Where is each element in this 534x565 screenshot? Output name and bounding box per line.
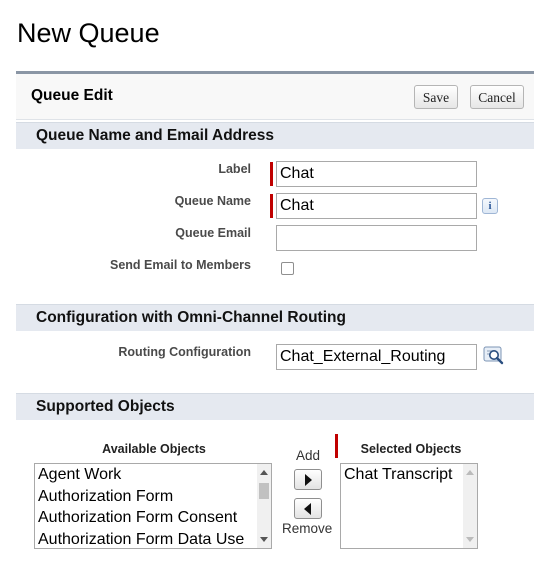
scroll-thumb[interactable] xyxy=(259,483,269,499)
section-header-supported-objects: Supported Objects xyxy=(16,393,534,420)
arrow-left-icon xyxy=(304,503,311,515)
list-item[interactable]: Authorization Form Consent xyxy=(35,507,271,529)
selected-objects-list[interactable]: Chat Transcript xyxy=(340,463,478,549)
remove-label: Remove xyxy=(282,521,333,536)
selected-objects-heading: Selected Objects xyxy=(360,442,462,456)
arrow-right-icon xyxy=(305,474,312,486)
panel-header: Queue Edit Save Cancel xyxy=(16,74,534,120)
required-indicator xyxy=(335,434,338,458)
remove-button[interactable] xyxy=(294,498,322,519)
section-title: Supported Objects xyxy=(36,398,175,415)
page-title: New Queue xyxy=(17,18,160,48)
available-objects-list[interactable]: Agent Work Authorization Form Authorizatio… xyxy=(34,463,272,549)
selected-scrollbar[interactable] xyxy=(463,464,477,548)
scroll-up-icon[interactable] xyxy=(466,470,474,475)
send-email-checkbox[interactable] xyxy=(281,262,294,275)
list-item[interactable]: Agent Work xyxy=(35,464,271,486)
list-item[interactable]: Authorization Form Data Use xyxy=(35,529,271,549)
routing-config-input[interactable] xyxy=(276,344,477,370)
scroll-down-icon[interactable] xyxy=(466,537,474,542)
required-indicator xyxy=(270,162,273,186)
queue-email-field-label: Queue Email xyxy=(175,226,251,240)
section-title: Queue Name and Email Address xyxy=(36,127,275,144)
available-scrollbar[interactable] xyxy=(257,464,271,548)
label-field-label: Label xyxy=(218,162,251,176)
queue-name-input[interactable] xyxy=(276,193,477,219)
required-indicator xyxy=(270,194,273,218)
list-item[interactable]: Authorization Form xyxy=(35,486,271,508)
available-objects-heading: Available Objects xyxy=(102,442,206,456)
send-email-field-label: Send Email to Members xyxy=(109,258,251,272)
list-item[interactable]: Chat Transcript xyxy=(341,464,477,486)
queue-edit-panel: Queue Edit Save Cancel Queue Name and Em… xyxy=(16,71,534,565)
cancel-button[interactable]: Cancel xyxy=(470,85,524,109)
info-icon[interactable]: i xyxy=(482,198,498,214)
label-input[interactable] xyxy=(276,161,477,187)
queue-email-input[interactable] xyxy=(276,225,477,251)
section-title: Configuration with Omni-Channel Routing xyxy=(36,309,346,326)
routing-config-field-label: Routing Configuration xyxy=(118,345,251,359)
save-button[interactable]: Save xyxy=(414,85,458,109)
scroll-up-icon[interactable] xyxy=(260,470,268,475)
scroll-down-icon[interactable] xyxy=(260,537,268,542)
lookup-icon[interactable] xyxy=(483,346,505,366)
add-button[interactable] xyxy=(294,469,322,490)
queue-name-field-label: Queue Name xyxy=(174,194,251,208)
section-header-name-email: Queue Name and Email Address xyxy=(16,122,534,149)
add-label: Add xyxy=(296,448,321,463)
panel-title: Queue Edit xyxy=(31,87,113,104)
section-header-omni-channel: Configuration with Omni-Channel Routing xyxy=(16,304,534,331)
